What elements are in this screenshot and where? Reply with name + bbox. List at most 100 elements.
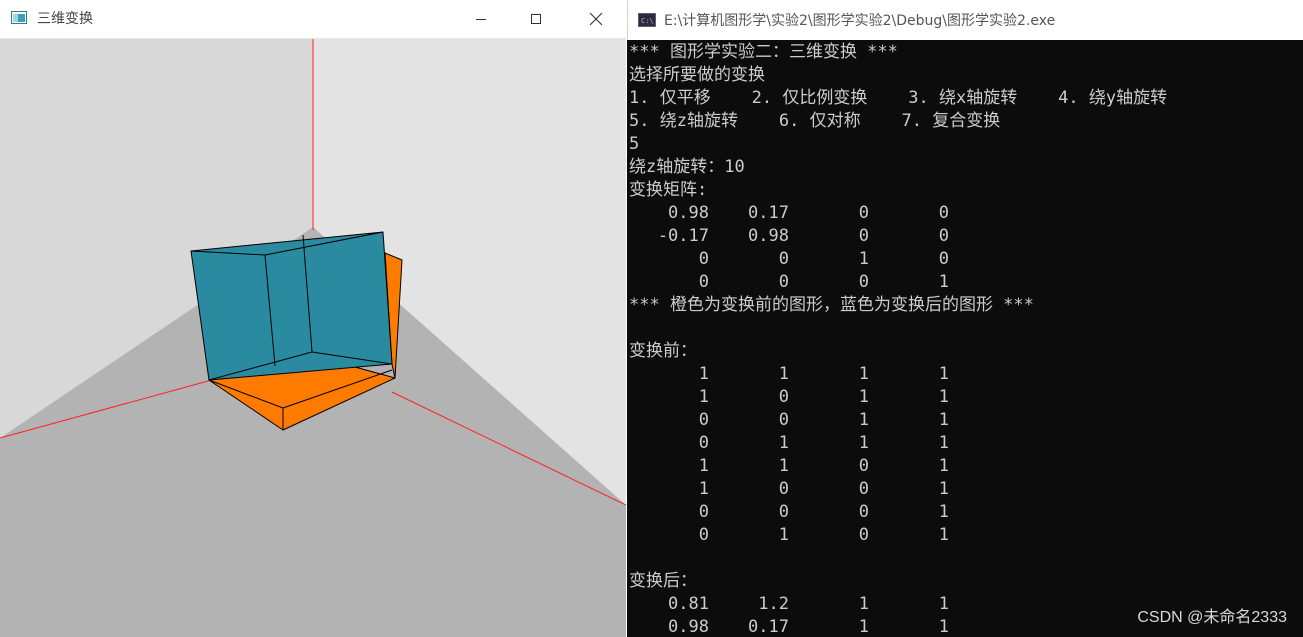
matrix-cell: 1 — [938, 272, 949, 292]
matrix-cell: 0 — [858, 272, 869, 292]
matrix-cell: 1 — [698, 456, 709, 476]
matrix-cell: 1 — [938, 617, 949, 637]
opengl-titlebar[interactable]: 三维变换 — [0, 0, 626, 39]
console-note: *** 橙色为变换前的图形，蓝色为变换后的图形 *** — [629, 295, 1034, 315]
console-choice: 5 — [629, 134, 640, 154]
matrix-cell: 0 — [938, 249, 949, 269]
matrix-cell: 1 — [858, 249, 869, 269]
matrix-cell: 0 — [938, 226, 949, 246]
matrix-cell: 1 — [698, 479, 709, 499]
matrix-cell: 0 — [698, 272, 709, 292]
maximize-icon — [531, 14, 541, 24]
before-row: 0 1 1 1 — [629, 432, 1301, 455]
minimize-icon — [476, 19, 486, 20]
before-row: 1 0 0 1 — [629, 478, 1301, 501]
cube-after-transform — [190, 231, 393, 381]
opengl-window-title: 三维变换 — [37, 11, 93, 27]
matrix-cell: 0 — [778, 410, 789, 430]
matrix-cell: 0.17 — [748, 617, 789, 637]
matrix-cell: 0 — [858, 479, 869, 499]
matrix-cell: 0 — [698, 433, 709, 453]
before-vertices: 1 1 1 1 1 0 1 1 0 0 1 1 0 1 1 1 1 1 0 1 1 0 0 1 0 0 0 1 0 1 0 1 — [629, 363, 1301, 547]
console-output[interactable]: *** 图形学实验二：三维变换 *** 选择所要做的变换 1. 仅平移 2. 仅… — [629, 41, 1301, 637]
matrix-cell: 0.98 — [668, 203, 709, 223]
matrix-cell: -0.17 — [657, 226, 709, 246]
matrix-cell: 0 — [698, 249, 709, 269]
matrix-cell: 1 — [698, 387, 709, 407]
before-label: 变换前： — [629, 341, 697, 361]
matrix-cell: 1 — [858, 410, 869, 430]
console-window-title: E:\计算机图形学\实验2\图形学实验2\Debug\图形学实验2.exe — [664, 13, 1056, 29]
matrix-cell: 1 — [938, 502, 949, 522]
console-options-line2: 5. 绕z轴旋转 6. 仅对称 7. 复合变换 — [629, 111, 1001, 131]
matrix-cell: 1 — [938, 387, 949, 407]
matrix-cell: 1 — [938, 456, 949, 476]
matrix-cell: 0 — [858, 226, 869, 246]
console-titlebar[interactable]: C:\ E:\计算机图形学\实验2\图形学实验2\Debug\图形学实验2.ex… — [627, 0, 1303, 40]
matrix-cell: 0 — [938, 203, 949, 223]
matrix-cell: 1 — [938, 594, 949, 614]
matrix-cell: 0 — [858, 525, 869, 545]
matrix-cell: 1 — [938, 433, 949, 453]
matrix-cell: 0 — [698, 410, 709, 430]
matrix-row: 0 0 1 0 — [629, 248, 1301, 271]
matrix-cell: 0.81 — [668, 594, 709, 614]
matrix-cell: 0.17 — [748, 203, 789, 223]
matrix-cell: 1 — [938, 364, 949, 384]
matrix-cell: 1 — [858, 617, 869, 637]
before-row: 0 0 0 1 — [629, 501, 1301, 524]
console-prompt: 选择所要做的变换 — [629, 65, 765, 85]
opengl-viewport[interactable] — [0, 39, 626, 637]
matrix-label: 变换矩阵: — [629, 180, 708, 200]
matrix-cell: 0 — [858, 502, 869, 522]
close-button[interactable] — [573, 0, 619, 38]
matrix-cell: 0 — [858, 203, 869, 223]
console-window: C:\ E:\计算机图形学\实验2\图形学实验2\Debug\图形学实验2.ex… — [627, 0, 1303, 637]
before-row: 0 0 1 1 — [629, 409, 1301, 432]
before-row: 1 1 1 1 — [629, 363, 1301, 386]
matrix-cell: 0 — [778, 272, 789, 292]
matrix-cell: 0 — [698, 525, 709, 545]
matrix-cell: 0 — [698, 502, 709, 522]
matrix-cell: 0 — [778, 249, 789, 269]
console-options-line1: 1. 仅平移 2. 仅比例变换 3. 绕x轴旋转 4. 绕y轴旋转 — [629, 88, 1168, 108]
minimize-button[interactable] — [458, 0, 504, 38]
console-app-icon: C:\ — [638, 13, 656, 27]
matrix-cell: 1 — [938, 410, 949, 430]
svg-text:C:\: C:\ — [641, 17, 654, 25]
close-icon — [589, 12, 603, 26]
matrix-cell: 0.98 — [748, 226, 789, 246]
matrix-cell: 0.98 — [668, 617, 709, 637]
matrix-cell: 0 — [778, 387, 789, 407]
matrix-cell: 0 — [778, 502, 789, 522]
matrix-row: 0.98 0.17 0 0 — [629, 202, 1301, 225]
console-header: *** 图形学实验二：三维变换 *** — [629, 42, 898, 62]
before-row: 1 1 0 1 — [629, 455, 1301, 478]
matrix-cell: 0 — [778, 479, 789, 499]
matrix-cell: 1 — [858, 364, 869, 384]
matrix-cell: 1 — [778, 525, 789, 545]
transform-matrix: 0.98 0.17 0 0 -0.17 0.98 0 0 0 0 1 0 0 0 0 1 — [629, 202, 1301, 294]
matrix-cell: 1 — [778, 433, 789, 453]
matrix-cell: 1 — [698, 364, 709, 384]
matrix-cell: 1 — [858, 433, 869, 453]
matrix-cell: 1 — [858, 594, 869, 614]
matrix-cell: 1 — [778, 456, 789, 476]
matrix-cell: 1 — [938, 525, 949, 545]
after-label: 变换后： — [629, 571, 697, 591]
maximize-button[interactable] — [513, 0, 559, 38]
opengl-app-icon — [11, 11, 27, 24]
matrix-row: -0.17 0.98 0 0 — [629, 225, 1301, 248]
matrix-cell: 1 — [938, 479, 949, 499]
before-row: 0 1 0 1 — [629, 524, 1301, 547]
before-row: 1 0 1 1 — [629, 386, 1301, 409]
opengl-window: 三维变换 — [0, 0, 626, 637]
matrix-cell: 1 — [778, 364, 789, 384]
matrix-cell: 0 — [858, 456, 869, 476]
matrix-cell: 1.2 — [758, 594, 789, 614]
console-input-line: 绕z轴旋转：10 — [629, 157, 745, 177]
matrix-row: 0 0 0 1 — [629, 271, 1301, 294]
csdn-watermark: CSDN @未命名2333 — [1137, 609, 1287, 626]
